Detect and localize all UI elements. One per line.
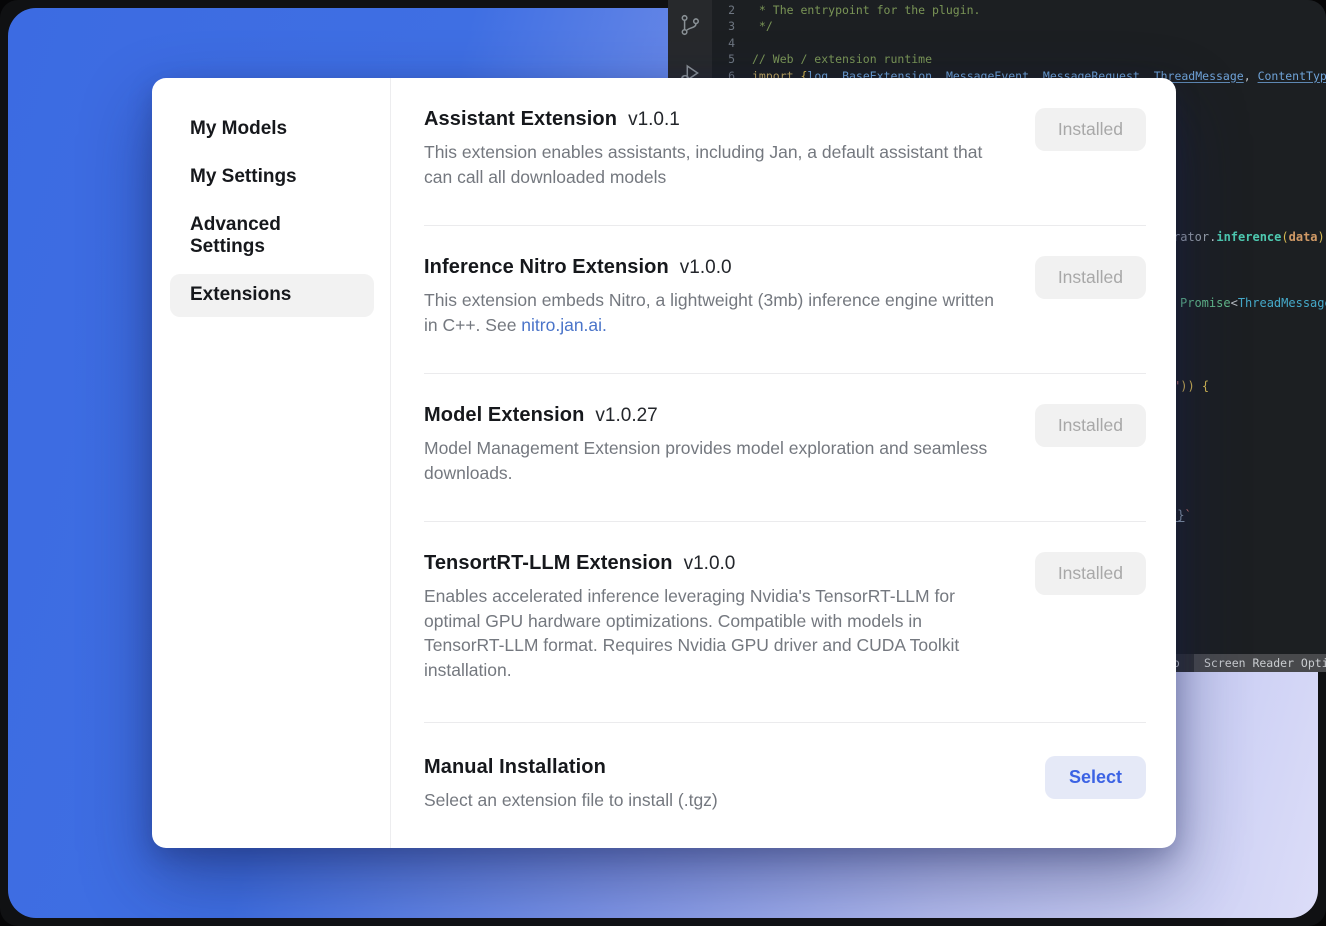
installed-button[interactable]: Installed bbox=[1035, 404, 1146, 447]
extension-version: v1.0.0 bbox=[684, 553, 736, 575]
installed-button[interactable]: Installed bbox=[1035, 256, 1146, 299]
settings-sidebar: My Models My Settings Advanced Settings … bbox=[152, 78, 390, 848]
extension-name: Assistant Extension bbox=[424, 108, 617, 131]
manual-installation-item: Manual Installation Select an extension … bbox=[424, 723, 1146, 813]
sidebar-item-advanced-settings[interactable]: Advanced Settings bbox=[170, 204, 374, 269]
select-button[interactable]: Select bbox=[1045, 756, 1146, 799]
settings-modal: My Models My Settings Advanced Settings … bbox=[152, 78, 1176, 848]
extension-item-inference-nitro: Inference Nitro Extension v1.0.0 This ex… bbox=[424, 226, 1146, 337]
extension-item-tensorrt-llm: TensortRT-LLM Extension v1.0.0 Enables a… bbox=[424, 522, 1146, 682]
sidebar-item-my-models[interactable]: My Models bbox=[170, 108, 374, 151]
status-screen-reader[interactable]: Screen Reader Optimize bbox=[1194, 654, 1326, 672]
hero-background: 2 * The entrypoint for the plugin.3 */45… bbox=[0, 0, 1326, 926]
extension-description: Model Management Extension provides mode… bbox=[424, 436, 1004, 485]
code-fragment-promise: Promise<ThreadMessage> bbox=[1180, 296, 1326, 310]
sidebar-item-my-settings[interactable]: My Settings bbox=[170, 156, 374, 199]
extension-version: v1.0.0 bbox=[680, 257, 732, 279]
extensions-list: Assistant Extension v1.0.1 This extensio… bbox=[391, 78, 1176, 848]
installed-button[interactable]: Installed bbox=[1035, 108, 1146, 151]
extension-version: v1.0.27 bbox=[595, 405, 657, 427]
sidebar-item-extensions[interactable]: Extensions bbox=[170, 274, 374, 317]
code-lines: 2 * The entrypoint for the plugin.3 */45… bbox=[712, 2, 1326, 84]
extension-description: This extension enables assistants, inclu… bbox=[424, 140, 1004, 189]
extension-description: Select an extension file to install (.tg… bbox=[424, 788, 718, 813]
installed-button[interactable]: Installed bbox=[1035, 552, 1146, 595]
code-fragment-inference: rator.inference(data)); bbox=[1173, 230, 1326, 244]
extension-name: Inference Nitro Extension bbox=[424, 256, 669, 279]
extension-description: This extension embeds Nitro, a lightweig… bbox=[424, 288, 1004, 337]
extension-version: v1.0.1 bbox=[628, 109, 680, 131]
extension-item-model: Model Extension v1.0.27 Model Management… bbox=[424, 374, 1146, 485]
nitro-jan-ai-link[interactable]: nitro.jan.ai. bbox=[521, 315, 607, 335]
extension-name: TensortRT-LLM Extension bbox=[424, 552, 673, 575]
extension-item-assistant: Assistant Extension v1.0.1 This extensio… bbox=[424, 78, 1146, 189]
extension-name: Model Extension bbox=[424, 404, 584, 427]
code-fragment-brace: ")) { bbox=[1173, 379, 1209, 393]
extension-name: Manual Installation bbox=[424, 756, 606, 779]
extension-description: Enables accelerated inference leveraging… bbox=[424, 584, 1004, 682]
source-control-icon[interactable] bbox=[677, 12, 703, 38]
